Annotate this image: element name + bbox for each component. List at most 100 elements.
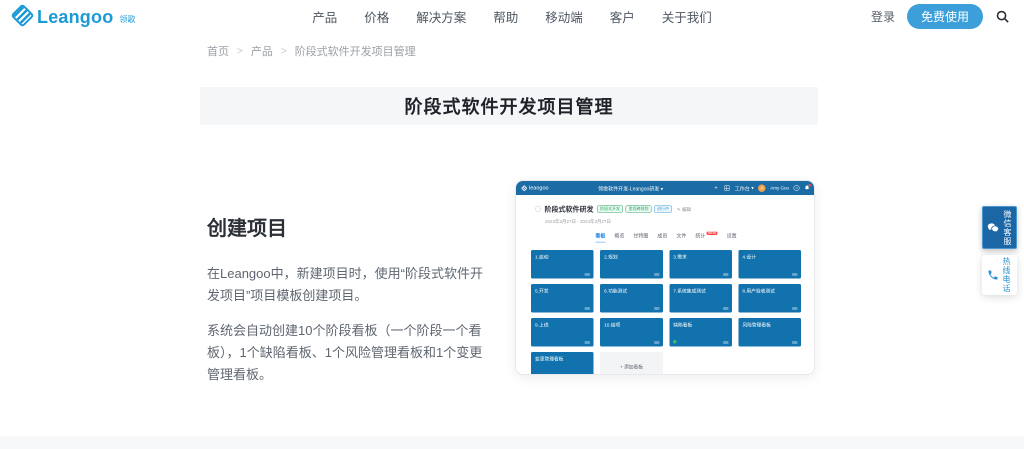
board-card-0: 1.启动 bbox=[531, 250, 594, 279]
brand-logo[interactable]: Leangoo 领歌 bbox=[10, 2, 136, 28]
app-logo: leangoo bbox=[521, 184, 549, 192]
board-card-3: 4.设计 bbox=[738, 250, 801, 279]
footer-strip bbox=[0, 436, 1024, 449]
breadcrumb: 首页 > 产品 > 阶段式软件开发项目管理 bbox=[207, 43, 416, 59]
online-dot bbox=[672, 340, 677, 344]
wechat-support-label: 微信客服 bbox=[1003, 209, 1012, 246]
brand-subtitle: 领歌 bbox=[119, 14, 136, 24]
board-card-meta bbox=[653, 273, 660, 276]
app-tab-4: 文件 bbox=[676, 233, 687, 240]
grid-icon bbox=[724, 185, 731, 192]
project-badge-0: 阶段式开发 bbox=[597, 205, 623, 213]
app-screenshot-inner: leangoo 领歌软件开发-Leangoo研发 ▾ + 工作台 ▾ A Amy … bbox=[516, 181, 814, 374]
breadcrumb-separator: > bbox=[237, 45, 243, 57]
app-board-switcher: 领歌软件开发-Leangoo研发 ▾ bbox=[598, 186, 664, 192]
wechat-icon bbox=[987, 222, 999, 232]
hotline-button[interactable]: 热线电话 bbox=[982, 255, 1017, 295]
board-card-meta bbox=[653, 307, 660, 310]
add-board-button: + 添加看板 bbox=[600, 352, 663, 374]
app-logo-text: leangoo bbox=[529, 185, 549, 191]
section-paragraph: 在Leangoo中，新建项目时，使用“阶段式软件开发项目”项目模板创建项目。 bbox=[207, 266, 483, 304]
board-card-9: 10.结项 bbox=[600, 318, 663, 347]
nav-item-3[interactable]: 帮助 bbox=[493, 7, 518, 26]
login-link[interactable]: 登录 bbox=[871, 8, 895, 25]
app-tab-5: 统计NEW bbox=[695, 231, 718, 239]
board-card-meta bbox=[792, 307, 798, 310]
page-title: 阶段式软件开发项目管理 bbox=[404, 97, 614, 117]
section-heading: 创建项目 bbox=[207, 218, 287, 240]
breadcrumb-item-0[interactable]: 首页 bbox=[207, 43, 229, 59]
section-create-project: 创建项目 在Leangoo中，新建项目时，使用“阶段式软件开发项目”项目模板创建… bbox=[207, 212, 483, 399]
phone-icon bbox=[988, 270, 998, 280]
board-card-2: 3.需求 bbox=[669, 250, 732, 279]
board-card-meta bbox=[722, 273, 729, 276]
board-card-10: 缺陷看板 bbox=[669, 318, 732, 347]
board-card-meta bbox=[722, 341, 729, 344]
board-card-meta bbox=[584, 307, 591, 310]
board-grid: 1.启动 2.规划 3.需求 4.设计 5.开发 6.功能测试 7.系统集成测试 8.用户验收… bbox=[531, 250, 801, 374]
workspace-menu: 工作台 ▾ bbox=[734, 185, 754, 192]
plus-icon: + bbox=[714, 184, 718, 191]
app-tab-1: 概览 bbox=[614, 233, 625, 240]
user-name: Amy Guo bbox=[770, 185, 789, 191]
notification-dot bbox=[808, 184, 811, 187]
project-badges: 阶段式开发 里程碑规划 进行中 bbox=[597, 205, 672, 213]
board-card-1: 2.规划 bbox=[600, 250, 663, 279]
breadcrumb-item-1[interactable]: 产品 bbox=[251, 43, 273, 59]
app-logo-icon bbox=[521, 184, 528, 192]
nav-item-4[interactable]: 移动端 bbox=[545, 7, 583, 26]
nav-item-6[interactable]: 关于我们 bbox=[662, 7, 712, 26]
board-card-meta bbox=[584, 341, 591, 344]
wechat-support-button[interactable]: 微信客服 bbox=[982, 206, 1017, 249]
app-tab-2: 甘特图 bbox=[633, 233, 649, 240]
project-tabs: 看板 概览 甘特图 成员 文件 统计NEW 设置 bbox=[516, 231, 814, 243]
page: Leangoo 领歌 产品 价格 解决方案 帮助 移动端 客户 关于我们 登录 免费使用 首… bbox=[0, 0, 1024, 449]
board-card-8: 9.上线 bbox=[531, 318, 594, 347]
header-actions: 登录 免费使用 bbox=[871, 3, 1010, 29]
app-topbar-actions: + 工作台 ▾ A Amy Guo ? bbox=[713, 184, 811, 192]
board-card-6: 7.系统集成测试 bbox=[669, 284, 732, 313]
new-badge: NEW bbox=[706, 231, 718, 235]
project-dates: 2023年3月27日 - 2024年3月27日 bbox=[545, 219, 612, 224]
floating-contact: 微信客服 热线电话 bbox=[982, 206, 1017, 295]
project-badge-2: 进行中 bbox=[654, 205, 672, 213]
nav-item-2[interactable]: 解决方案 bbox=[416, 7, 466, 26]
board-card-meta bbox=[792, 341, 798, 344]
app-tab-6: 设置 bbox=[726, 233, 737, 240]
board-card-11: 风险管理看板 bbox=[738, 318, 801, 347]
board-card-12: 变更管理看板 bbox=[531, 352, 594, 374]
page-title-banner: 阶段式软件开发项目管理 bbox=[200, 87, 818, 125]
bell-icon bbox=[804, 184, 811, 191]
help-icon: ? bbox=[793, 185, 800, 191]
section-paragraph: 系统会自动创建10个阶段看板（一个阶段一个看板），1个缺陷看板、1个风险管理看板… bbox=[207, 323, 483, 383]
project-status-circle-icon bbox=[535, 206, 541, 212]
brand-name: Leangoo bbox=[37, 6, 114, 27]
board-card-4: 5.开发 bbox=[531, 284, 594, 313]
main-nav: 产品 价格 解决方案 帮助 移动端 客户 关于我们 bbox=[312, 7, 712, 26]
brand-logo-icon bbox=[10, 2, 35, 28]
board-card-meta bbox=[653, 341, 660, 344]
app-tab-0: 看板 bbox=[595, 232, 606, 243]
project-badge-1: 里程碑规划 bbox=[625, 205, 652, 213]
app-tab-3: 成员 bbox=[657, 233, 668, 240]
board-card-5: 6.功能测试 bbox=[600, 284, 663, 313]
nav-item-1[interactable]: 价格 bbox=[364, 7, 389, 26]
search-icon[interactable] bbox=[995, 9, 1010, 24]
free-trial-button[interactable]: 免费使用 bbox=[906, 3, 983, 29]
app-screenshot: leangoo 领歌软件开发-Leangoo研发 ▾ + 工作台 ▾ A Amy … bbox=[515, 180, 815, 375]
board-card-meta bbox=[722, 307, 729, 310]
board-card-meta bbox=[792, 273, 798, 276]
project-edit-link: ✎ 编辑 bbox=[677, 206, 692, 212]
project-header: 阶段式软件研发 阶段式开发 里程碑规划 进行中 ✎ 编辑 bbox=[516, 195, 814, 216]
breadcrumb-separator: > bbox=[280, 45, 287, 57]
avatar: A bbox=[758, 184, 766, 192]
board-card-7: 8.用户验收测试 bbox=[738, 284, 801, 313]
nav-item-5[interactable]: 客户 bbox=[610, 7, 635, 26]
app-topbar: leangoo 领歌软件开发-Leangoo研发 ▾ + 工作台 ▾ A Amy … bbox=[516, 181, 814, 195]
board-card-meta bbox=[584, 273, 591, 276]
breadcrumb-item-2: 阶段式软件开发项目管理 bbox=[294, 46, 416, 58]
hotline-label: 热线电话 bbox=[1002, 257, 1011, 293]
nav-item-0[interactable]: 产品 bbox=[312, 7, 337, 26]
project-name: 阶段式软件研发 bbox=[544, 205, 594, 213]
site-header: Leangoo 领歌 产品 价格 解决方案 帮助 移动端 客户 关于我们 登录 免费使用 bbox=[0, 0, 1024, 32]
